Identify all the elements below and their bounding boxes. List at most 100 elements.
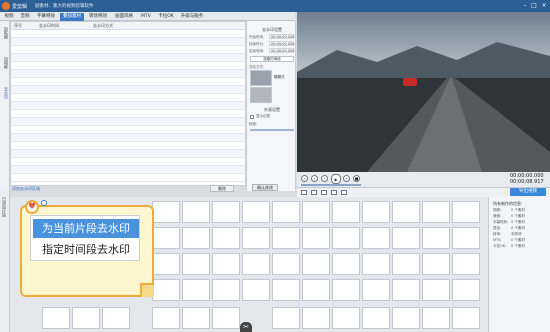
clip-slot[interactable]: [302, 279, 330, 301]
clip-slot[interactable]: [242, 201, 270, 223]
add-watermark-area-button[interactable]: 添加去水印区域: [12, 186, 40, 192]
table-row[interactable]: [11, 94, 245, 102]
save-icon[interactable]: [331, 190, 337, 195]
table-row[interactable]: [11, 62, 245, 70]
clip-slot[interactable]: [422, 227, 450, 249]
clip-slot[interactable]: [152, 307, 180, 329]
step-back-icon[interactable]: ‹: [311, 175, 318, 182]
tab-upgrade[interactable]: 升级与服务: [178, 13, 206, 21]
tab-transition[interactable]: 转场特效: [86, 13, 110, 21]
clip-slot[interactable]: [242, 253, 270, 275]
tab-karaoke[interactable]: 卡拉OK: [156, 13, 176, 21]
clip-slot[interactable]: [152, 201, 180, 223]
table-row[interactable]: [11, 174, 245, 182]
scissor-icon[interactable]: ✂: [240, 322, 252, 332]
tab-video[interactable]: 视频: [2, 13, 16, 21]
table-row[interactable]: [11, 158, 245, 166]
clip-slot[interactable]: [182, 279, 210, 301]
cut-icon[interactable]: [301, 190, 307, 195]
export-video-button[interactable]: 导出视频: [510, 188, 546, 196]
table-row[interactable]: [11, 54, 245, 62]
side-item-frame[interactable]: 加相框: [1, 57, 9, 69]
clip-slot[interactable]: [182, 201, 210, 223]
clip-slot[interactable]: [422, 307, 450, 329]
table-row[interactable]: [11, 38, 245, 46]
end-time-input[interactable]: 00:00:00.000: [269, 48, 295, 53]
clip-slot[interactable]: [392, 227, 420, 249]
table-row[interactable]: [11, 86, 245, 94]
clip-slot[interactable]: [272, 201, 300, 223]
tab-subtitle[interactable]: 字幕特效: [34, 13, 58, 21]
clip-slot[interactable]: [362, 307, 390, 329]
clip-slot[interactable]: [302, 307, 330, 329]
clip-slot[interactable]: [362, 253, 390, 275]
clip-slot[interactable]: [182, 307, 210, 329]
clip-slot[interactable]: [392, 253, 420, 275]
clip-slot[interactable]: [422, 201, 450, 223]
duration-input[interactable]: 00:00:00.000: [269, 41, 295, 46]
table-row[interactable]: [11, 126, 245, 134]
delete-button[interactable]: 删除: [210, 185, 234, 192]
clip-slot[interactable]: [362, 227, 390, 249]
clip-slot[interactable]: [392, 307, 420, 329]
clip-slot[interactable]: [272, 227, 300, 249]
stop-icon[interactable]: ■: [353, 175, 360, 182]
clip-slot[interactable]: [212, 201, 240, 223]
tab-overlay[interactable]: 叠加素材: [60, 13, 84, 21]
clip-slot[interactable]: [272, 253, 300, 275]
table-row[interactable]: [11, 150, 245, 158]
clip-slot[interactable]: [272, 307, 300, 329]
clip-slot[interactable]: [452, 253, 480, 275]
clip-slot[interactable]: [212, 307, 240, 329]
clip-slot[interactable]: [152, 253, 180, 275]
minimize-icon[interactable]: –: [521, 2, 529, 10]
clip-slot[interactable]: [272, 279, 300, 301]
table-row[interactable]: [11, 78, 245, 86]
menu-item-current-clip[interactable]: 为当前片段去水印: [33, 219, 139, 238]
video-preview[interactable]: [297, 12, 550, 172]
clip-slot[interactable]: [452, 201, 480, 223]
clip-slot[interactable]: [452, 227, 480, 249]
tab-audio[interactable]: 音频: [18, 13, 32, 21]
menu-item-time-range[interactable]: 指定时间段去水印: [33, 240, 139, 259]
style-thumbnail[interactable]: [250, 87, 272, 103]
clip-slot[interactable]: [212, 227, 240, 249]
table-row[interactable]: [11, 70, 245, 78]
step-forward-icon[interactable]: ›: [321, 175, 328, 182]
table-row[interactable]: [11, 102, 245, 110]
clip-slot[interactable]: [452, 279, 480, 301]
close-icon[interactable]: ×: [540, 2, 548, 10]
clip-slot[interactable]: [332, 279, 360, 301]
clip-slot[interactable]: [392, 279, 420, 301]
clip-slot[interactable]: [212, 279, 240, 301]
clip-slot[interactable]: [302, 253, 330, 275]
clip-slot[interactable]: [242, 279, 270, 301]
clip-slot[interactable]: [182, 253, 210, 275]
play-icon[interactable]: ▶: [331, 174, 341, 184]
clip-slot[interactable]: [302, 201, 330, 223]
clip-slot[interactable]: [42, 307, 70, 329]
clip-slot[interactable]: [152, 227, 180, 249]
clip-slot[interactable]: [102, 307, 130, 329]
progress-bar[interactable]: [301, 184, 361, 186]
clip-slot[interactable]: [182, 227, 210, 249]
rewind-icon[interactable]: «: [301, 175, 308, 182]
clip-slot[interactable]: [72, 307, 100, 329]
clip-slot[interactable]: [392, 201, 420, 223]
clip-slot[interactable]: [332, 307, 360, 329]
share-icon[interactable]: [341, 190, 347, 195]
clip-slot[interactable]: [242, 227, 270, 249]
tab-style[interactable]: 画面风格: [112, 13, 136, 21]
start-time-input[interactable]: 00:00:00.000: [269, 34, 295, 39]
pick-time-button[interactable]: 选取时间段: [250, 56, 294, 62]
border-checkbox[interactable]: [250, 115, 254, 119]
clip-slot[interactable]: [332, 201, 360, 223]
clip-slot[interactable]: [362, 279, 390, 301]
clip-slot[interactable]: [152, 279, 180, 301]
table-row[interactable]: [11, 166, 245, 174]
clip-slot[interactable]: [362, 201, 390, 223]
table-row[interactable]: [11, 142, 245, 150]
table-row[interactable]: [11, 118, 245, 126]
clip-slot[interactable]: [302, 227, 330, 249]
copy-icon[interactable]: [321, 190, 327, 195]
